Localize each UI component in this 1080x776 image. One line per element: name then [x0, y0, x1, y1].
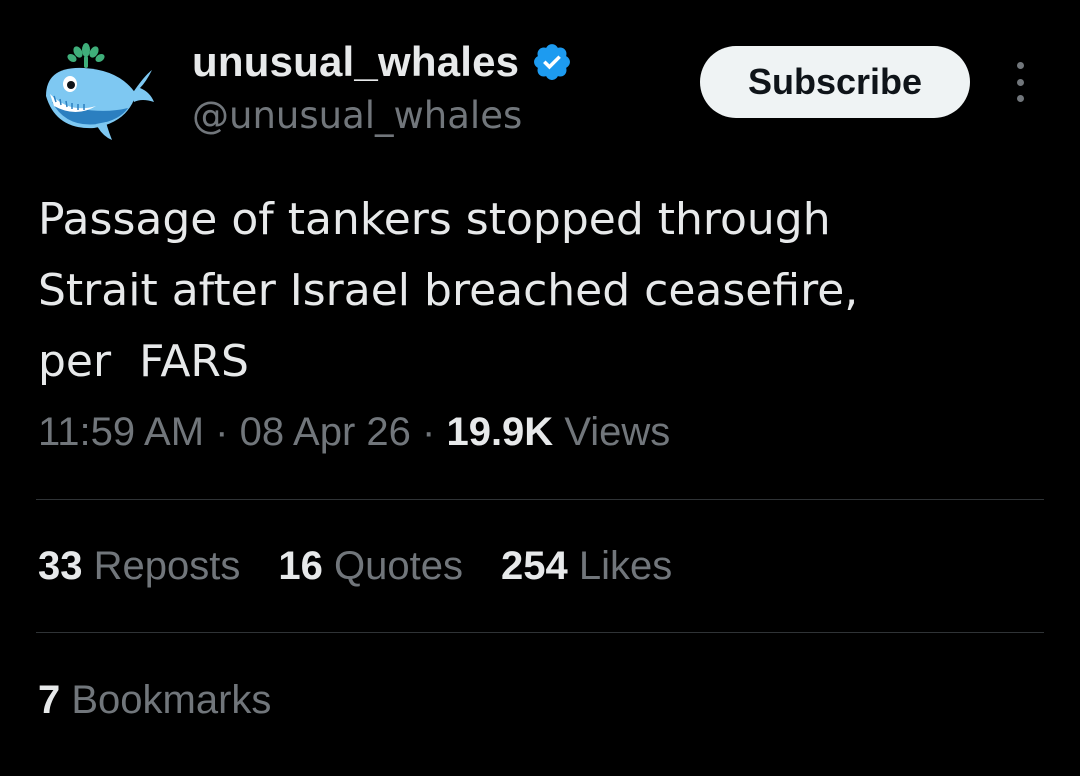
tweet-text-line: Passage of tankers stopped through — [38, 194, 831, 245]
quotes-stat[interactable]: 16 Quotes — [278, 544, 463, 589]
tweet-date[interactable]: 08 Apr 26 — [240, 410, 411, 454]
display-name[interactable]: unusual_whales — [192, 38, 519, 86]
more-dot — [1016, 95, 1024, 102]
reposts-stat[interactable]: 33 Reposts — [38, 544, 240, 589]
meta-separator: · — [215, 410, 229, 454]
bookmarks-label: Bookmarks — [71, 678, 272, 722]
subscribe-button[interactable]: Subscribe — [700, 46, 970, 118]
bookmarks-stat[interactable]: 7 Bookmarks — [38, 678, 271, 723]
divider — [36, 632, 1044, 633]
views-count[interactable]: 19.9K — [446, 410, 553, 454]
divider — [36, 499, 1044, 500]
verified-badge-icon[interactable] — [531, 41, 573, 83]
handle[interactable]: @unusual_whales — [192, 94, 573, 137]
quotes-label: Quotes — [334, 544, 463, 588]
tweet-text-line: per FARS — [38, 336, 249, 387]
reposts-count: 33 — [38, 544, 83, 588]
tweet-meta: 11:59 AM · 08 Apr 26 · 19.9K Views — [38, 410, 670, 455]
likes-count: 254 — [500, 544, 568, 588]
more-dot — [1016, 78, 1024, 86]
tweet-time[interactable]: 11:59 AM — [38, 410, 204, 454]
tweet-detail: unusual_whales @unusual_whales Subscribe… — [0, 0, 1080, 776]
more-vertical-icon[interactable] — [1004, 62, 1036, 102]
avatar[interactable] — [36, 36, 154, 142]
whale-icon — [46, 43, 154, 140]
display-name-row: unusual_whales — [192, 36, 573, 88]
quotes-count: 16 — [278, 544, 323, 588]
author-block[interactable]: unusual_whales @unusual_whales — [192, 36, 573, 137]
likes-stat[interactable]: 254 Likes — [501, 544, 672, 589]
views-label: Views — [564, 410, 671, 454]
meta-separator: · — [422, 410, 436, 454]
bookmarks-count: 7 — [38, 678, 61, 722]
tweet-text-line: Strait after Israel breached ceasefire, — [38, 265, 859, 316]
tweet-text: Passage of tankers stopped through Strai… — [38, 184, 1048, 397]
likes-label: Likes — [578, 544, 673, 588]
engagement-stats: 33 Reposts 16 Quotes 254 Likes — [38, 544, 710, 589]
reposts-label: Reposts — [93, 544, 241, 588]
more-dot — [1016, 62, 1024, 69]
